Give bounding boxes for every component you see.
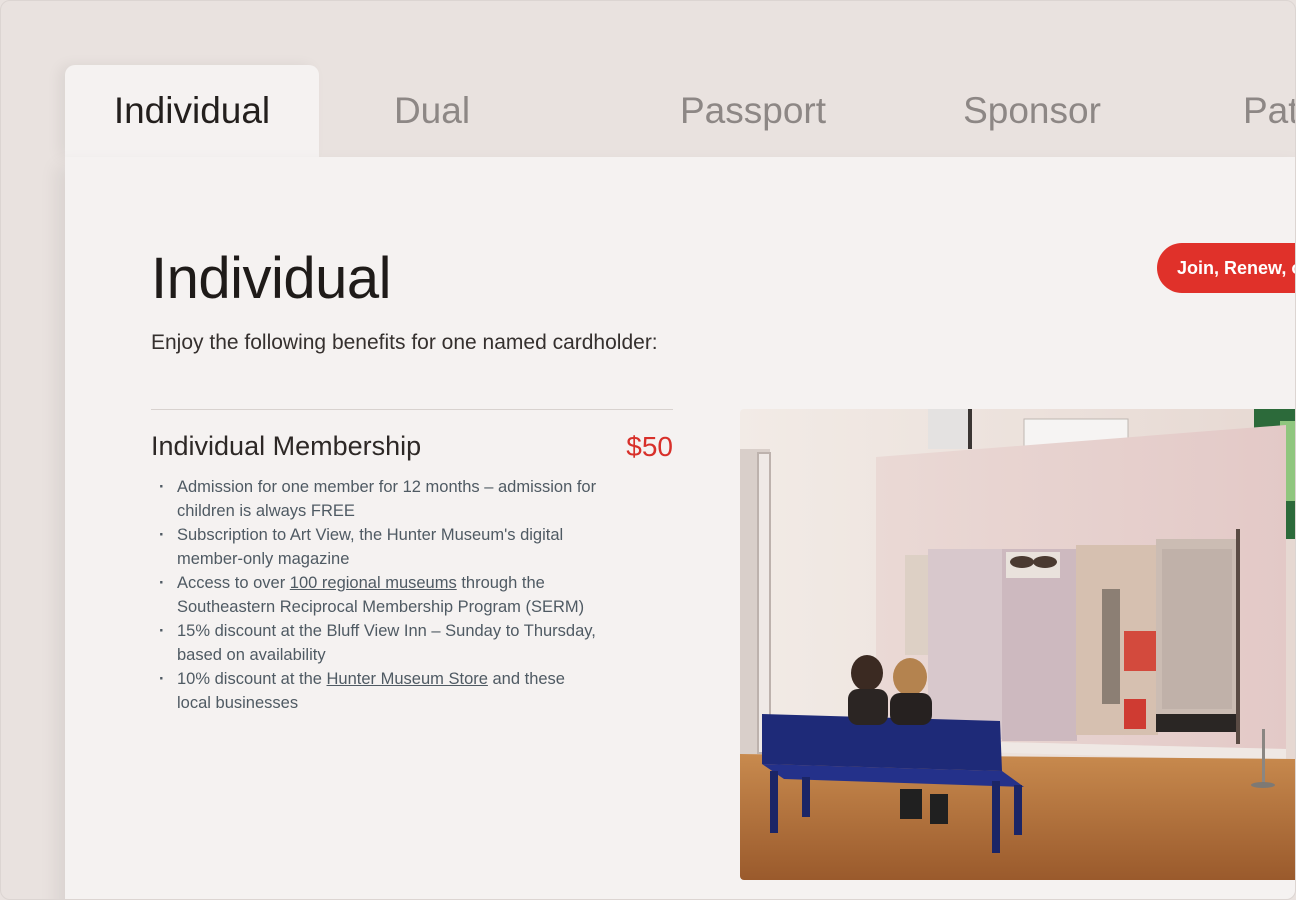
benefit-item: 10% discount at the Hunter Museum Store … xyxy=(159,667,599,715)
panel-intro: Enjoy the following benefits for one nam… xyxy=(151,331,658,354)
tier-name: Individual Membership xyxy=(151,431,422,461)
gallery-photo xyxy=(740,409,1295,880)
tab-sponsor[interactable]: Sponsor xyxy=(955,65,1109,157)
benefit-item: Access to over 100 regional museums thro… xyxy=(159,571,599,619)
benefit-item: 15% discount at the Bluff View Inn – Sun… xyxy=(159,619,599,667)
tier-price: $50 xyxy=(626,431,673,462)
museum-store-link[interactable]: Hunter Museum Store xyxy=(327,670,488,688)
benefit-item: Admission for one member for 12 months –… xyxy=(159,475,599,523)
tab-dual[interactable]: Dual xyxy=(365,65,499,157)
benefits-list: Admission for one member for 12 months –… xyxy=(159,475,599,715)
regional-museums-link[interactable]: 100 regional museums xyxy=(290,574,457,592)
tab-passport[interactable]: Passport xyxy=(671,65,835,157)
membership-tabs: Individual Dual Passport Sponsor Pat xyxy=(65,65,1295,157)
divider xyxy=(151,409,673,410)
panel-title: Individual xyxy=(151,246,392,311)
membership-panel: Individual Enjoy the following benefits … xyxy=(65,157,1295,899)
tab-individual[interactable]: Individual xyxy=(65,65,319,157)
tab-patron[interactable]: Pat xyxy=(1243,65,1295,157)
page-frame: Individual Dual Passport Sponsor Pat Ind… xyxy=(0,0,1296,900)
benefit-item: Subscription to Art View, the Hunter Mus… xyxy=(159,523,599,571)
join-renew-button[interactable]: Join, Renew, o xyxy=(1157,243,1295,293)
